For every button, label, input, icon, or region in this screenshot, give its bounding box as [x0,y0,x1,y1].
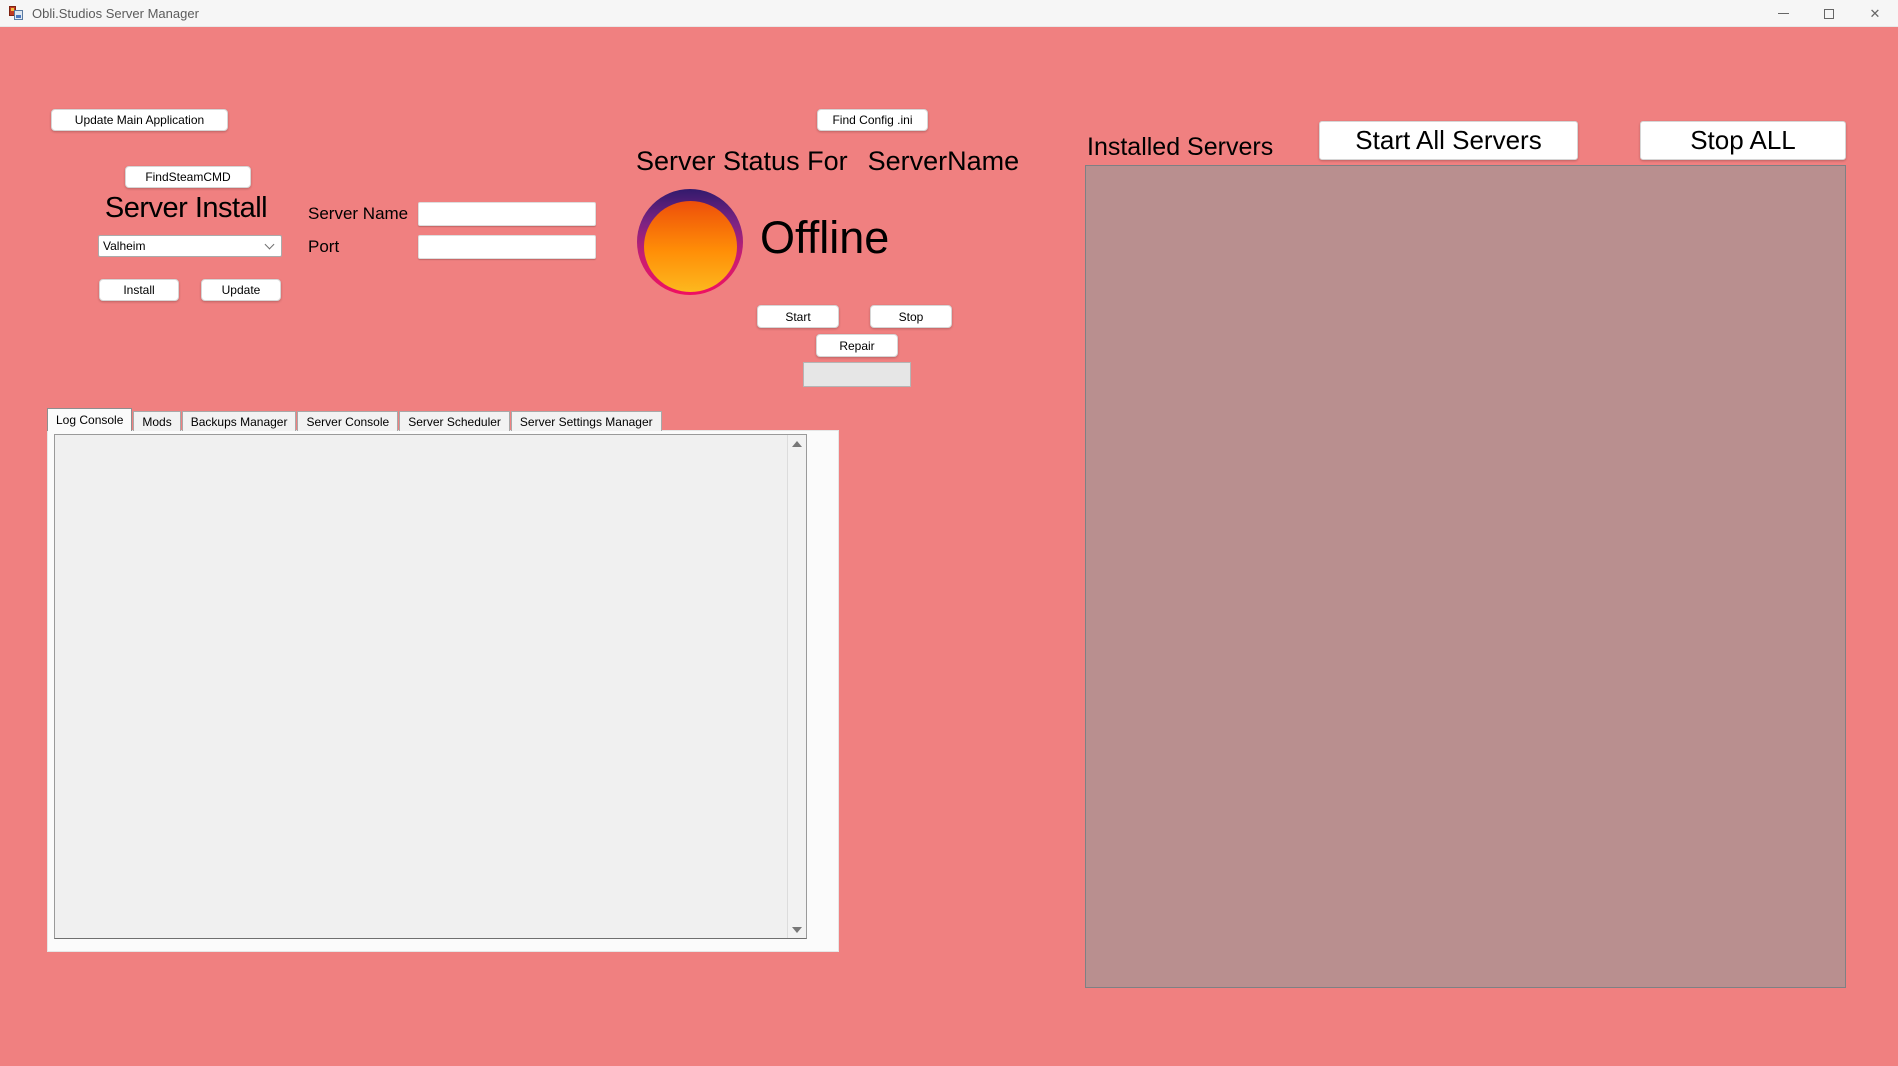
installed-servers-title: Installed Servers [1087,133,1273,162]
log-console-output[interactable] [54,434,807,939]
game-select-dropdown[interactable]: Valheim [98,235,282,257]
maximize-button[interactable] [1806,0,1852,27]
game-select-value: Valheim [99,239,266,253]
tab-strip: Log Console Mods Backups Manager Server … [47,408,663,431]
port-label: Port [308,237,339,257]
stop-all-button[interactable]: Stop ALL [1640,121,1846,160]
scroll-down-button[interactable] [788,921,806,938]
window-title: Obli.Studios Server Manager [32,6,199,21]
install-button[interactable]: Install [99,279,179,301]
update-main-application-button[interactable]: Update Main Application [51,109,228,131]
find-config-ini-button[interactable]: Find Config .ini [817,109,928,131]
port-input[interactable] [418,235,596,259]
log-console-text [55,435,787,938]
chevron-down-icon [265,240,275,250]
server-status-heading: Server Status For ServerName [636,146,1019,177]
tab-server-console[interactable]: Server Console [297,411,398,431]
scroll-up-icon [792,441,802,447]
log-console-scrollbar[interactable] [787,435,806,938]
tab-server-settings-manager[interactable]: Server Settings Manager [511,411,662,431]
close-icon: ✕ [1870,7,1881,20]
scroll-up-button[interactable] [788,435,806,452]
minimize-button[interactable] [1760,0,1806,27]
status-server-name: ServerName [868,146,1020,176]
minimize-icon [1778,13,1789,14]
maximize-icon [1824,9,1834,19]
server-install-title: Server Install [90,192,282,225]
tab-mods[interactable]: Mods [133,411,180,431]
server-name-input[interactable] [418,202,596,226]
server-status-prefix: Server Status For [636,146,848,176]
progress-bar [803,362,911,387]
stop-button[interactable]: Stop [870,305,952,328]
start-all-servers-button[interactable]: Start All Servers [1319,121,1578,160]
status-state-label: Offline [760,212,889,264]
start-button[interactable]: Start [757,305,839,328]
server-name-label: Server Name [308,204,408,224]
window-controls: ✕ [1760,0,1898,27]
repair-button[interactable]: Repair [816,334,898,357]
close-button[interactable]: ✕ [1852,0,1898,27]
tab-log-console[interactable]: Log Console [47,408,132,431]
installed-servers-list[interactable] [1085,165,1846,988]
app-icon [9,6,24,21]
tab-server-scheduler[interactable]: Server Scheduler [399,411,510,431]
scroll-down-icon [792,927,802,933]
log-console-tab-panel [47,430,839,952]
scroll-track[interactable] [788,452,806,921]
tab-backups-manager[interactable]: Backups Manager [182,411,297,431]
status-indicator-icon [637,189,743,295]
find-steamcmd-button[interactable]: FindSteamCMD [125,166,251,188]
update-button[interactable]: Update [201,279,281,301]
title-bar: Obli.Studios Server Manager ✕ [0,0,1898,27]
